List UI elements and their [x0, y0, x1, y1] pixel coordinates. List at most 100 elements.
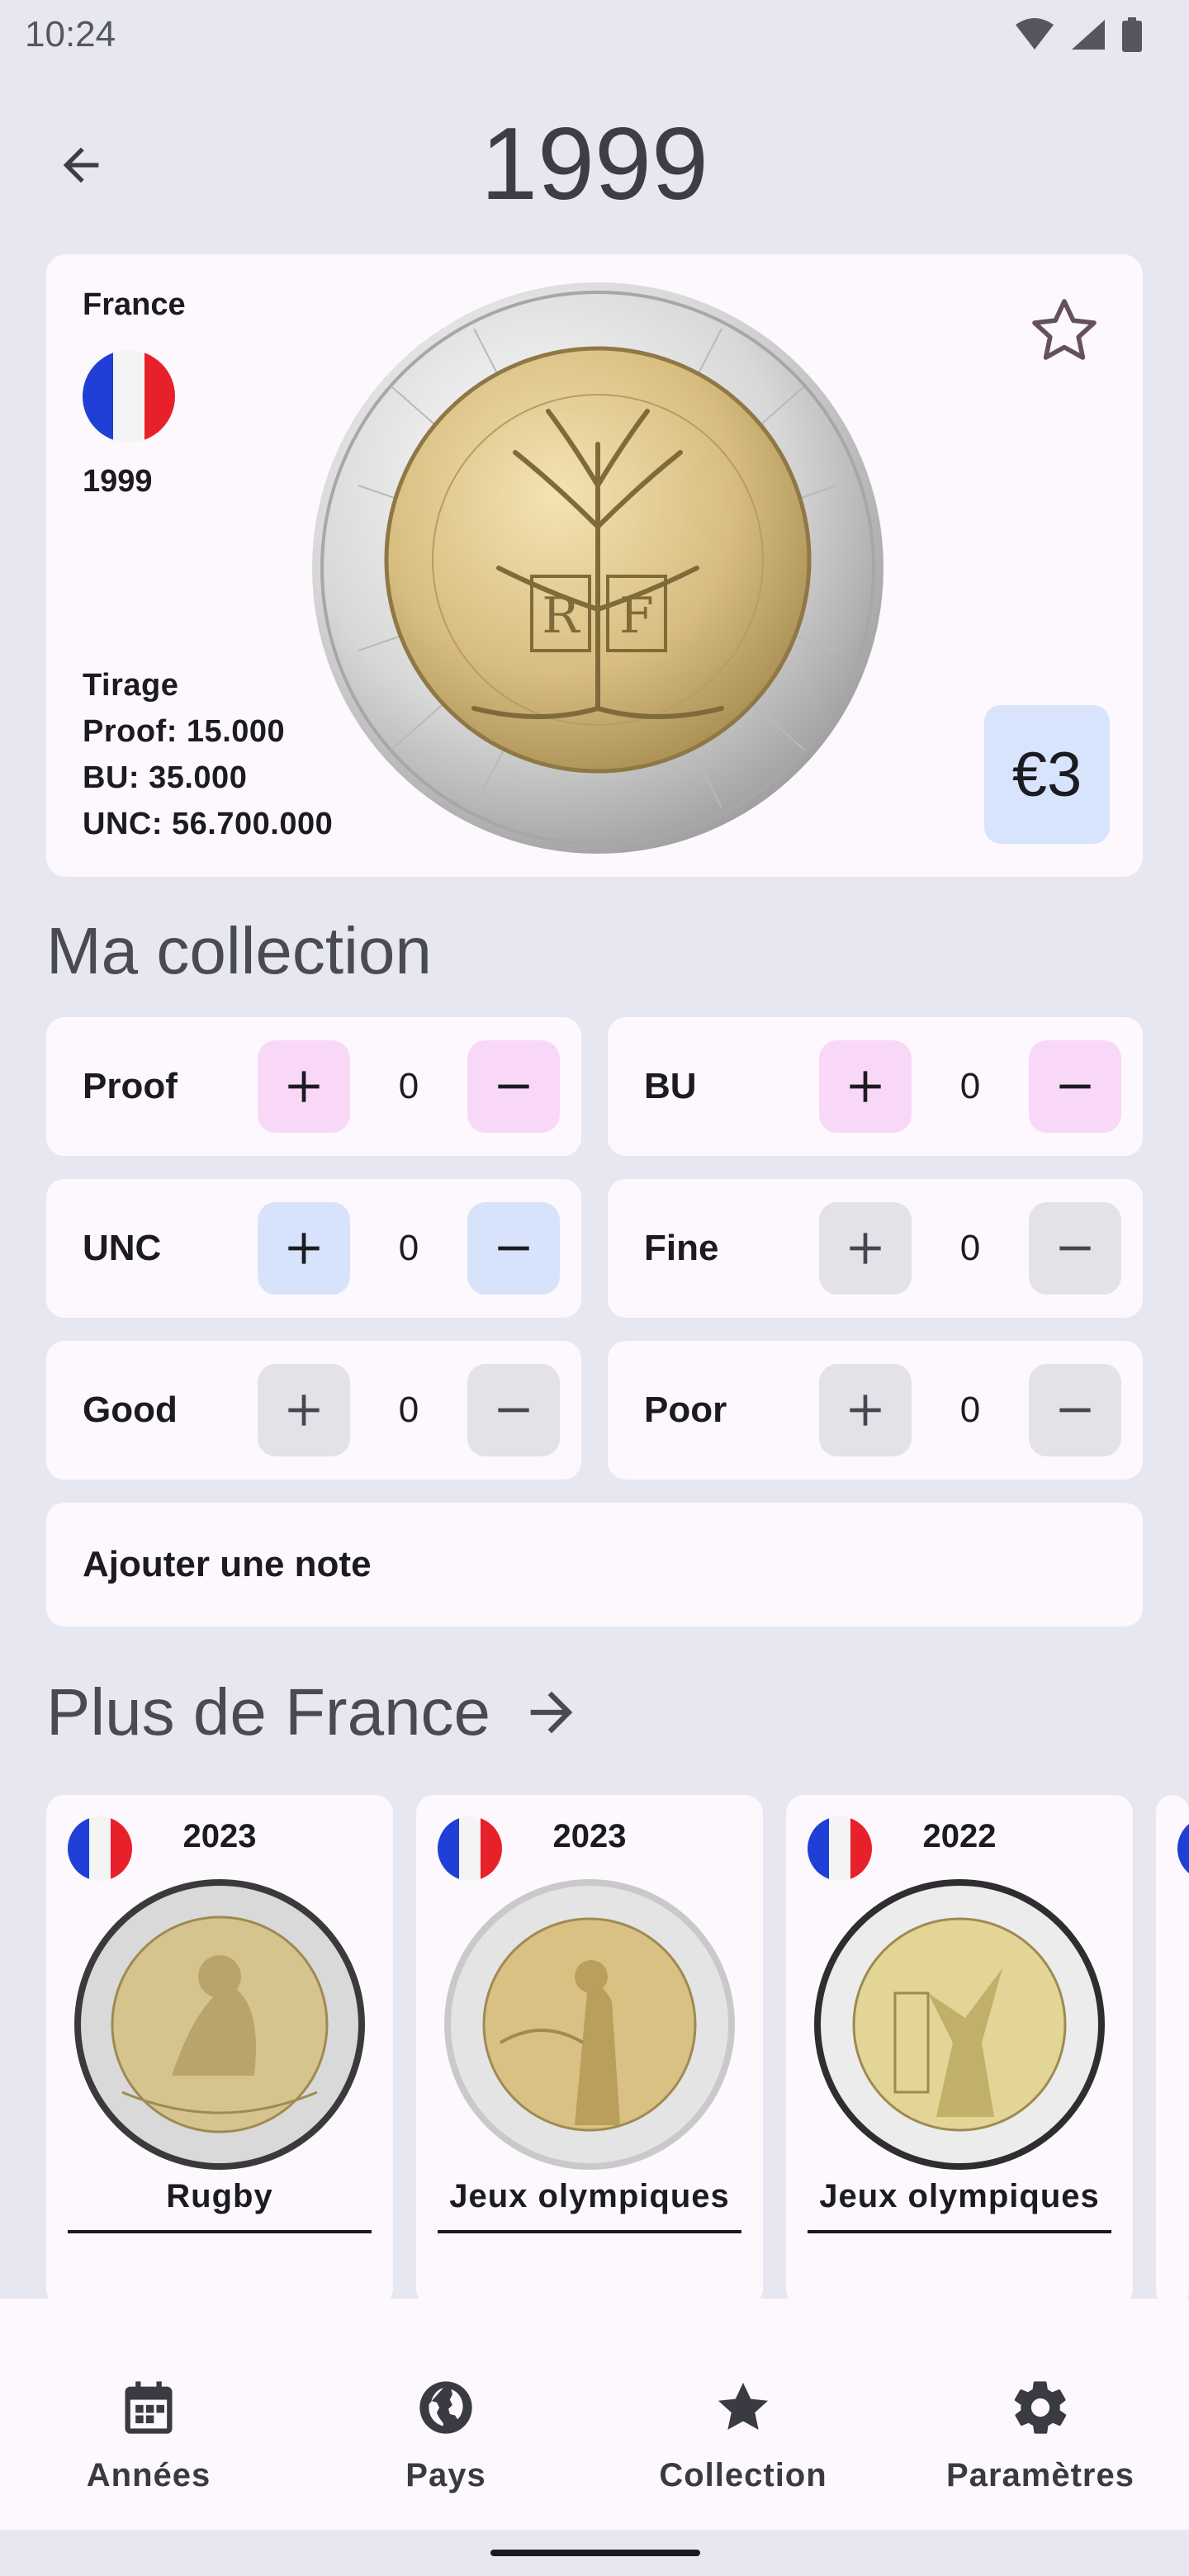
decrement-button[interactable]: [1029, 1364, 1121, 1456]
coin-thumbnail: [444, 1879, 735, 2170]
bottom-navigation: Années Pays Collection Paramètres: [0, 2299, 1189, 2530]
counter-value: 0: [959, 1228, 981, 1268]
coin-card-rugby[interactable]: 2023 Rugby: [46, 1795, 393, 2307]
globe-icon: [419, 2381, 472, 2434]
signal-icon: [1072, 20, 1105, 50]
coin-thumbnail: [814, 1879, 1105, 2170]
counter-poor: Poor 0: [608, 1341, 1143, 1480]
decrement-button[interactable]: [1029, 1202, 1121, 1295]
nav-collection[interactable]: Collection: [594, 2299, 892, 2530]
mintage-label: Tirage: [83, 668, 179, 703]
increment-button[interactable]: [819, 1364, 912, 1456]
status-time: 10:24: [25, 14, 116, 54]
nav-label: Collection: [659, 2457, 827, 2493]
counter-good: Good 0: [46, 1341, 581, 1480]
counter-value: 0: [959, 1390, 981, 1430]
counter-proof: Proof 0: [46, 1017, 581, 1156]
card-name: Rugby: [68, 2178, 372, 2233]
increment-button[interactable]: [258, 1364, 350, 1456]
plus-icon: [288, 1071, 320, 1102]
counter-label: BU: [644, 1066, 697, 1106]
increment-button[interactable]: [258, 1040, 350, 1133]
coin-card-olympics-2022[interactable]: 2022 Jeux olympiques: [786, 1795, 1133, 2307]
increment-button[interactable]: [819, 1040, 912, 1133]
france-flag-icon: [68, 1816, 132, 1881]
plus-icon: [850, 1395, 881, 1426]
counter-unc: UNC 0: [46, 1179, 581, 1318]
counter-label: Poor: [644, 1390, 727, 1430]
mintage-unc: UNC: 56.700.000: [83, 807, 334, 841]
decrement-button[interactable]: [467, 1202, 560, 1295]
nav-label: Pays: [405, 2457, 486, 2493]
increment-button[interactable]: [819, 1202, 912, 1295]
status-bar: 10:24: [0, 0, 1189, 69]
coin-detail-card: France 1999 Tirage Proof: 15.000 BU: 35.…: [46, 254, 1143, 877]
minus-icon: [1059, 1084, 1091, 1089]
counter-fine: Fine 0: [608, 1179, 1143, 1318]
plus-icon: [850, 1071, 881, 1102]
card-year: 2023: [182, 1818, 257, 1854]
counter-value: 0: [398, 1390, 419, 1430]
nav-label: Paramètres: [946, 2457, 1135, 2493]
nav-settings[interactable]: Paramètres: [892, 2299, 1189, 2530]
france-flag-icon: [438, 1816, 502, 1881]
favorite-button[interactable]: [1019, 286, 1110, 376]
counter-value: 0: [959, 1066, 981, 1106]
nav-countries[interactable]: Pays: [297, 2299, 594, 2530]
minus-icon: [1059, 1408, 1091, 1413]
coin-value-badge: €3: [984, 705, 1110, 844]
minus-icon: [498, 1246, 529, 1251]
battery-icon: [1122, 17, 1142, 52]
card-name: Jeux olympiques: [438, 2178, 741, 2233]
coin-card-olympics-2023[interactable]: 2023 Jeux olympiques: [416, 1795, 763, 2307]
more-title: Plus de France: [46, 1675, 491, 1749]
more-from-country-link[interactable]: Plus de France: [46, 1674, 583, 1750]
collection-title: Ma collection: [46, 914, 432, 987]
mintage-bu: BU: 35.000: [83, 760, 248, 795]
minus-icon: [498, 1084, 529, 1089]
minus-icon: [498, 1408, 529, 1413]
card-year: 2022: [922, 1818, 997, 1854]
nav-years[interactable]: Années: [0, 2299, 297, 2530]
france-flag-icon: [1177, 1816, 1189, 1881]
wifi-icon: [1016, 18, 1054, 50]
card-year: 2023: [552, 1818, 627, 1854]
coin-year: 1999: [83, 464, 153, 499]
card-name: Jeux olympiques: [808, 2178, 1111, 2233]
counter-value: 0: [398, 1228, 419, 1268]
page-title: 1999: [481, 107, 708, 221]
decrement-button[interactable]: [467, 1364, 560, 1456]
calendar-icon: [125, 2381, 173, 2434]
counter-bu: BU 0: [608, 1017, 1143, 1156]
counter-value: 0: [398, 1066, 419, 1106]
increment-button[interactable]: [258, 1202, 350, 1295]
plus-icon: [288, 1233, 320, 1264]
counter-label: UNC: [83, 1228, 162, 1268]
france-flag-icon: [808, 1816, 872, 1881]
coin-image: R F: [312, 282, 883, 854]
status-icons: [1014, 17, 1143, 52]
star-icon: [718, 2382, 769, 2430]
france-flag-icon: [83, 350, 175, 443]
arrow-forward-icon: [530, 1691, 573, 1734]
decrement-button[interactable]: [467, 1040, 560, 1133]
coin-card-partial[interactable]: [1156, 1795, 1189, 2307]
plus-icon: [288, 1395, 320, 1426]
coin-country: France: [83, 287, 186, 322]
app-header: 1999: [0, 91, 1189, 256]
svg-text:R: R: [542, 587, 580, 645]
add-note-field[interactable]: Ajouter une note: [46, 1503, 1143, 1627]
minus-icon: [1059, 1246, 1091, 1251]
gear-icon: [1014, 2381, 1067, 2434]
star-outline-icon: [1032, 299, 1097, 360]
svg-text:F: F: [619, 587, 654, 645]
decrement-button[interactable]: [1029, 1040, 1121, 1133]
coin-thumbnail: [74, 1879, 365, 2170]
counter-label: Proof: [83, 1066, 178, 1106]
mintage-proof: Proof: 15.000: [83, 714, 286, 749]
gesture-handle[interactable]: [490, 2550, 700, 2556]
plus-icon: [850, 1233, 881, 1264]
counter-label: Fine: [644, 1228, 719, 1268]
nav-label: Années: [86, 2457, 211, 2493]
coin-mintage: Tirage Proof: 15.000 BU: 35.000 UNC: 56.…: [83, 662, 333, 847]
